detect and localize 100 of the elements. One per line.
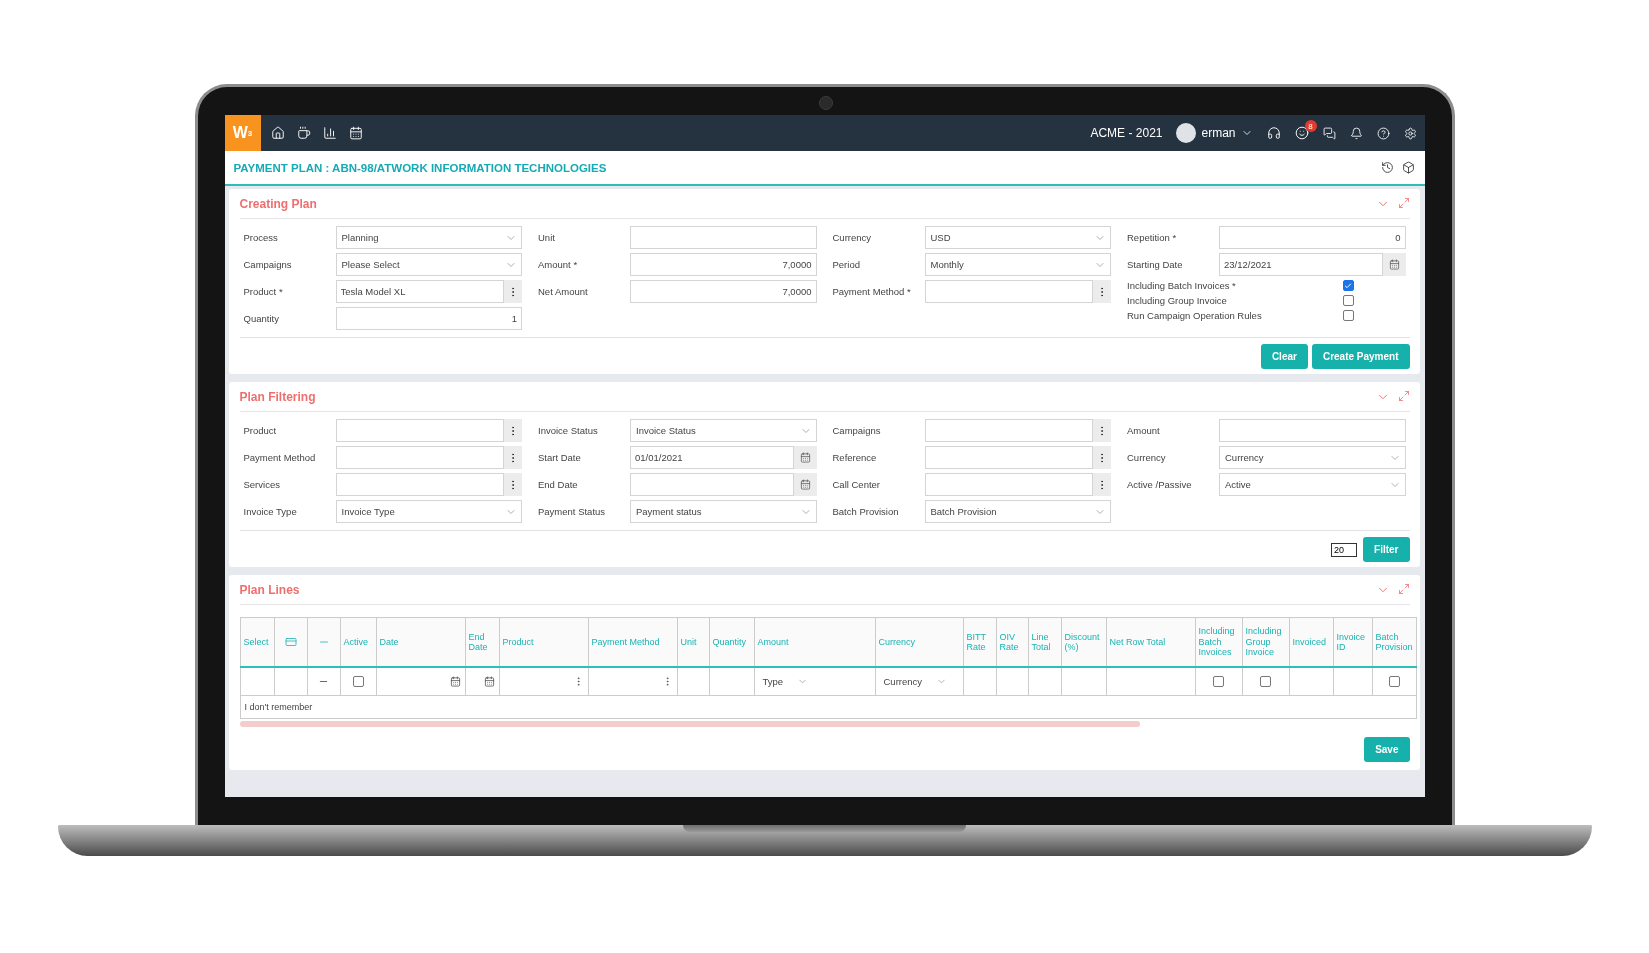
bell-icon[interactable] bbox=[1349, 126, 1363, 140]
dropdown[interactable]: Active bbox=[1219, 473, 1406, 496]
coffee-cup-icon[interactable] bbox=[296, 126, 311, 140]
field-label: End Date bbox=[538, 479, 579, 490]
field-label: Including Batch Invoices * bbox=[1127, 280, 1237, 291]
column-header: Including Batch Invoices bbox=[1195, 617, 1242, 667]
checkbox[interactable] bbox=[1260, 676, 1271, 687]
history-icon[interactable] bbox=[1380, 161, 1394, 174]
input-field[interactable] bbox=[924, 473, 1093, 496]
checkbox[interactable] bbox=[1342, 310, 1354, 321]
checkbox[interactable] bbox=[1213, 676, 1224, 687]
field-label: Repetition * bbox=[1127, 232, 1178, 243]
field-label: Payment Status bbox=[538, 506, 607, 517]
calendar-icon[interactable] bbox=[449, 676, 461, 687]
checkbox[interactable] bbox=[1342, 280, 1354, 291]
input-field[interactable] bbox=[924, 419, 1093, 442]
date-field[interactable]: 23/12/2021 bbox=[1219, 253, 1383, 276]
calendar-icon bbox=[1388, 259, 1400, 270]
field-label: Active /Passive bbox=[1127, 479, 1193, 490]
column-header: Invoiced bbox=[1289, 617, 1333, 667]
column-header: Select bbox=[240, 617, 274, 667]
date-field[interactable] bbox=[630, 473, 794, 496]
bar-chart-icon[interactable] bbox=[322, 126, 337, 140]
cube-icon[interactable] bbox=[1401, 161, 1415, 174]
expand-icon[interactable] bbox=[1397, 196, 1410, 209]
column-header: Date bbox=[376, 617, 465, 667]
input-field[interactable]: 1 bbox=[335, 307, 522, 330]
dropdown[interactable]: Currency bbox=[1219, 446, 1406, 469]
headset-icon[interactable] bbox=[1266, 126, 1281, 140]
dropdown[interactable]: Batch Provision bbox=[924, 500, 1111, 523]
input-field[interactable]: Tesla Model XL bbox=[335, 280, 504, 303]
page-title: PAYMENT PLAN : ABN-98/ATWORK INFORMATION TECHNOLOGIES bbox=[233, 161, 607, 174]
field-label: Currency bbox=[1127, 452, 1167, 463]
field-label: Currency bbox=[832, 232, 873, 243]
column-header: BITT Rate bbox=[963, 617, 996, 667]
dropdown[interactable]: Invoice Status bbox=[630, 419, 817, 442]
input-field[interactable] bbox=[1219, 419, 1406, 442]
dropdown[interactable]: Payment status bbox=[630, 500, 817, 523]
dropdown[interactable]: Please Select bbox=[335, 253, 522, 276]
input-field[interactable]: 7,0000 bbox=[630, 280, 817, 303]
calendar-button[interactable] bbox=[1382, 253, 1406, 276]
calendar-button[interactable] bbox=[793, 446, 817, 469]
dropdown[interactable]: USD bbox=[924, 226, 1111, 249]
card-icon bbox=[284, 636, 297, 648]
field-label: Product * bbox=[243, 286, 284, 297]
help-icon[interactable] bbox=[1376, 126, 1390, 140]
input-field[interactable] bbox=[630, 226, 817, 249]
smiley-icon[interactable] bbox=[1294, 126, 1309, 140]
field-label: Services bbox=[243, 479, 281, 490]
field-label: Including Group Invoice bbox=[1127, 295, 1228, 306]
column-header: Product bbox=[499, 617, 588, 667]
calendar-icon[interactable] bbox=[483, 676, 495, 687]
page-size-field[interactable]: 20 bbox=[1331, 542, 1358, 557]
calendar-icon bbox=[799, 452, 811, 463]
dropdown[interactable]: Planning bbox=[335, 226, 522, 249]
section-title: Creating Plan bbox=[239, 196, 317, 211]
field-label: Reference bbox=[832, 452, 878, 463]
checkbox[interactable] bbox=[1342, 295, 1354, 306]
input-field[interactable]: 7,0000 bbox=[630, 253, 817, 276]
dropdown[interactable]: Monthly bbox=[924, 253, 1111, 276]
column-header: End Date bbox=[465, 617, 499, 667]
calendar-button[interactable] bbox=[793, 473, 817, 496]
expand-icon[interactable] bbox=[1397, 389, 1410, 402]
calendar-icon bbox=[799, 479, 811, 490]
settings-icon[interactable] bbox=[1403, 126, 1417, 140]
company-name[interactable]: ACME - 2021 bbox=[1090, 126, 1163, 140]
dropdown[interactable]: Type bbox=[758, 676, 813, 687]
section-title: Plan Filtering bbox=[239, 389, 316, 404]
column-header: OIV Rate bbox=[996, 617, 1028, 667]
scrollbar[interactable] bbox=[239, 721, 1140, 727]
expand-icon[interactable] bbox=[1397, 582, 1410, 595]
field-label: Process bbox=[243, 232, 279, 243]
user-name[interactable]: erman bbox=[1201, 126, 1236, 140]
dropdown[interactable]: Invoice Type bbox=[335, 500, 522, 523]
column-header: Line Total bbox=[1028, 617, 1061, 667]
home-icon[interactable] bbox=[270, 126, 285, 140]
field-label: Run Campaign Operation Rules bbox=[1127, 310, 1263, 321]
field-label: Campaigns bbox=[243, 259, 293, 270]
column-header: Amount bbox=[754, 617, 875, 667]
field-label: Product bbox=[243, 425, 278, 436]
input-field[interactable] bbox=[335, 446, 504, 469]
field-label: Net Amount bbox=[538, 286, 589, 297]
field-label: Quantity bbox=[243, 313, 280, 324]
avatar[interactable] bbox=[1176, 123, 1197, 143]
section-title: Plan Lines bbox=[239, 582, 300, 597]
input-field[interactable]: 0 bbox=[1219, 226, 1406, 249]
input-field[interactable] bbox=[335, 419, 504, 442]
field-label: Amount bbox=[1127, 425, 1161, 436]
input-field[interactable] bbox=[924, 280, 1093, 303]
checkbox[interactable] bbox=[352, 676, 364, 687]
input-field[interactable] bbox=[335, 473, 504, 496]
column-header: Batch Provision bbox=[1372, 617, 1416, 667]
input-field[interactable] bbox=[924, 446, 1093, 469]
column-header: Currency bbox=[875, 617, 963, 667]
checkbox[interactable] bbox=[1388, 676, 1400, 687]
column-header: Active bbox=[340, 617, 376, 667]
column-header: Invoice ID bbox=[1333, 617, 1372, 667]
chat-icon[interactable] bbox=[1322, 126, 1336, 140]
camera-icon bbox=[818, 96, 833, 110]
date-field[interactable]: 01/01/2021 bbox=[630, 446, 794, 469]
